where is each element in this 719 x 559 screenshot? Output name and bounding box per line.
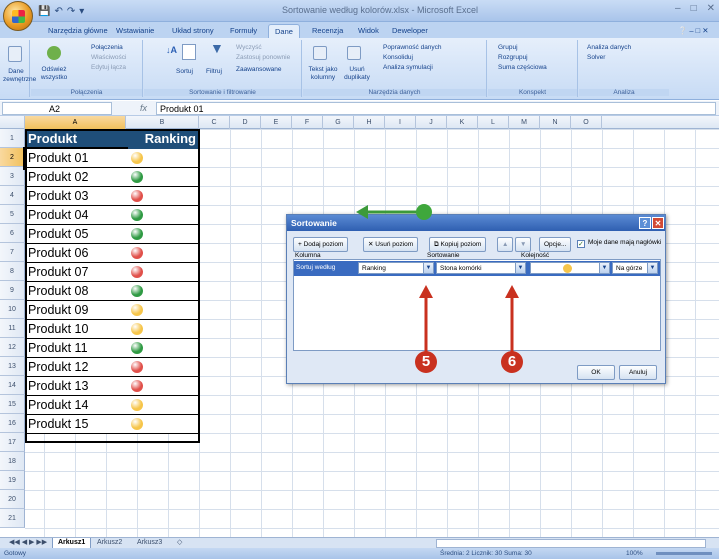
step-marker-6: 6 (501, 351, 523, 373)
arrow-head (505, 285, 519, 298)
arrow-head (419, 285, 433, 298)
callout-green-dot (416, 204, 432, 220)
callout-overlay (356, 204, 519, 358)
office-logo-icon (12, 10, 25, 23)
arrow-head (356, 205, 368, 219)
office-button[interactable] (3, 1, 33, 31)
step-marker-5: 5 (415, 351, 437, 373)
